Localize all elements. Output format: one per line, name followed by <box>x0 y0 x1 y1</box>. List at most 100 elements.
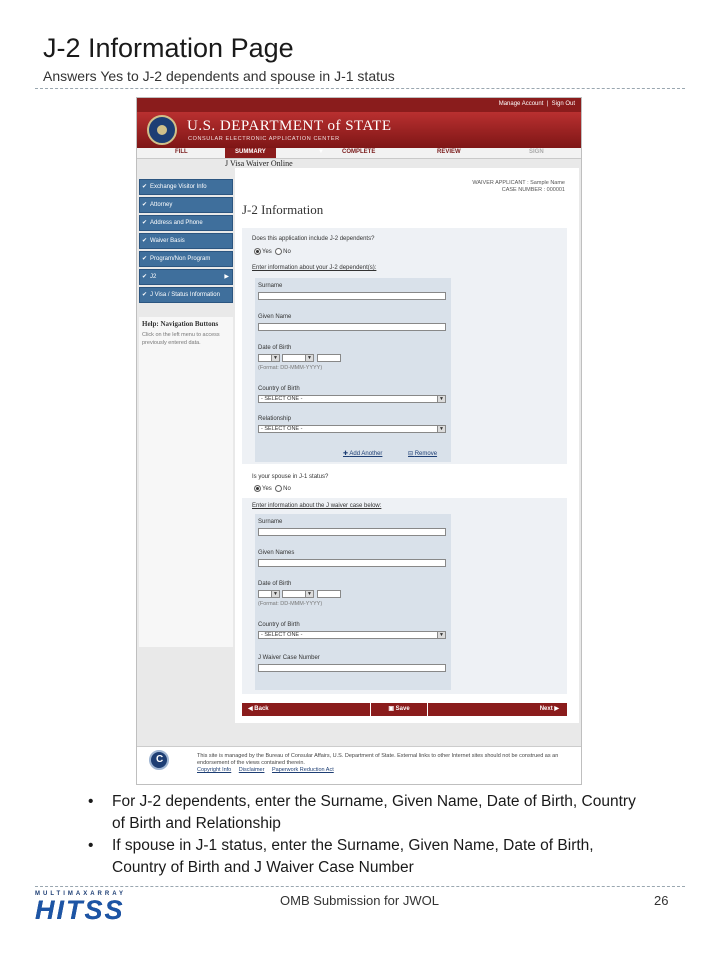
help-heading: Help: Navigation Buttons <box>142 320 219 328</box>
app-footer: This site is managed by the Bureau of Co… <box>137 746 581 784</box>
sp-dob-month-select[interactable]: ▼ <box>282 590 314 598</box>
applicant-name: WAIVER APPLICANT : Sample Name <box>472 180 565 186</box>
chevron-down-icon: ▼ <box>437 632 445 638</box>
sidebar-item-attorney[interactable]: ✔ Attorney <box>139 197 233 213</box>
next-label: Next <box>539 706 553 712</box>
footer-divider <box>35 886 685 887</box>
paperwork-link[interactable]: Paperwork Reduction Act <box>272 767 334 773</box>
sidebar-item-program[interactable]: ✔ Program/Non Program <box>139 251 233 267</box>
dep-surname-input[interactable] <box>258 292 446 300</box>
save-icon: ▣ <box>388 706 396 712</box>
sidebar-item-address[interactable]: ✔ Address and Phone <box>139 215 233 231</box>
footer-text: This site is managed by the Bureau of Co… <box>197 753 567 774</box>
sp-surname-label: Surname <box>258 519 283 525</box>
consular-affairs-icon <box>149 750 169 770</box>
sp-given-names-label: Given Names <box>258 550 295 556</box>
chevron-down-icon: ▼ <box>305 591 313 597</box>
selected-value: - SELECT ONE - <box>261 632 303 638</box>
spouse-question: Is your spouse in J-1 status? <box>252 474 329 480</box>
spouse-panel: Enter information about the J waiver cas… <box>242 498 567 694</box>
sidebar-item-label: Address and Phone <box>150 220 203 226</box>
bullet-list: • For J-2 dependents, enter the Surname, … <box>88 791 648 879</box>
dependents-panel: Does this application include J-2 depend… <box>242 228 567 464</box>
sidebar-item-j-visa-status[interactable]: ✔ J Visa / Status Information <box>139 287 233 303</box>
sidebar-item-exchange-visitor[interactable]: ✔ Exchange Visitor Info <box>139 179 233 195</box>
chevron-down-icon: ▼ <box>437 426 445 432</box>
sidebar-item-j2[interactable]: ✔ J2 ▶ <box>139 269 233 285</box>
dep-relationship-select[interactable]: - SELECT ONE - ▼ <box>258 425 446 433</box>
dep-dob-day-select[interactable]: ▼ <box>258 354 280 362</box>
back-label: Back <box>254 706 269 712</box>
dep-country-select[interactable]: - SELECT ONE - ▼ <box>258 395 446 403</box>
page-heading: J-2 Information <box>242 202 324 217</box>
sidebar-item-waiver-basis[interactable]: ✔ Waiver Basis <box>139 233 233 249</box>
bullet-icon: • <box>88 837 94 854</box>
hitss-logo: MULTIMAXARRAY HITSS <box>35 891 159 925</box>
disclaimer-link[interactable]: Disclaimer <box>239 767 265 773</box>
sp-dob-year-input[interactable] <box>317 590 341 598</box>
dependents-no-radio[interactable] <box>275 248 283 255</box>
sidebar-item-label: J2 <box>150 274 157 280</box>
dep-dob-month-select[interactable]: ▼ <box>282 354 314 362</box>
add-another-link[interactable]: ✚ Add Another <box>343 450 382 457</box>
nav-complete[interactable]: COMPLETE <box>342 149 375 155</box>
dep-given-name-input[interactable] <box>258 323 446 331</box>
page-number: 26 <box>654 893 669 908</box>
sidebar: ✔ Exchange Visitor Info ✔ Attorney ✔ Add… <box>139 179 233 305</box>
sp-given-names-input[interactable] <box>258 559 446 567</box>
check-icon: ✔ <box>142 256 148 262</box>
radio-label: Yes <box>262 486 272 493</box>
check-icon: ✔ <box>142 184 148 190</box>
ceac-subtitle: CONSULAR ELECTRONIC APPLICATION CENTER <box>188 136 340 142</box>
slide-title: J-2 Information Page <box>43 33 294 63</box>
add-another-label: Add Another <box>349 451 383 457</box>
copyright-link[interactable]: Copyright Info <box>197 767 231 773</box>
remove-link[interactable]: ⊟ Remove <box>408 450 437 457</box>
check-icon: ✔ <box>142 292 148 298</box>
top-bar: Manage Account | Sign Out <box>137 98 581 112</box>
progress-nav: FILL SUMMARY ▼ COMPLETE REVIEW SIGN <box>137 148 581 159</box>
app-name: J Visa Waiver Online <box>225 159 293 168</box>
nav-review[interactable]: REVIEW <box>437 149 461 155</box>
spouse-no-radio[interactable] <box>275 485 283 492</box>
sidebar-item-label: J Visa / Status Information <box>150 292 220 298</box>
chevron-down-icon: ▼ <box>271 591 279 597</box>
sign-out-link[interactable]: Sign Out <box>552 101 575 107</box>
nav-summary[interactable]: SUMMARY <box>225 148 276 158</box>
chevron-right-icon: ▶ <box>552 706 559 712</box>
chevron-down-icon: ▼ <box>271 355 279 361</box>
save-button[interactable]: ▣ Save <box>370 703 428 716</box>
manage-account-link[interactable]: Manage Account <box>499 101 544 107</box>
button-bar: ◀ Back ▣ Save Next ▶ <box>242 703 567 716</box>
sp-dob-day-select[interactable]: ▼ <box>258 590 280 598</box>
nav-chevron-icon: ▼ <box>318 149 324 155</box>
selected-value: - SELECT ONE - <box>261 396 303 402</box>
application-screenshot: Manage Account | Sign Out U.S. DEPARTMEN… <box>136 97 582 785</box>
dep-dob-year-input[interactable] <box>317 354 341 362</box>
back-button[interactable]: ◀ Back <box>248 703 269 716</box>
check-icon: ✔ <box>142 220 148 226</box>
dep-given-name-label: Given Name <box>258 314 292 320</box>
sp-country-select[interactable]: - SELECT ONE - ▼ <box>258 631 446 639</box>
dep-dob-label: Date of Birth <box>258 345 292 351</box>
sp-case-number-input[interactable] <box>258 664 446 672</box>
sp-surname-input[interactable] <box>258 528 446 536</box>
remove-label: Remove <box>414 451 438 457</box>
nav-sign: SIGN <box>529 149 544 155</box>
spouse-yes-radio[interactable] <box>254 485 261 492</box>
dependents-prompt: Enter information about your J-2 depende… <box>252 265 377 271</box>
dep-surname-label: Surname <box>258 283 283 289</box>
sidebar-item-label: Exchange Visitor Info <box>150 184 207 190</box>
spouse-radio-group: Yes No <box>254 485 291 492</box>
chevron-right-icon: ▶ <box>224 274 229 280</box>
remove-icon: ⊟ <box>408 451 415 457</box>
case-number: CASE NUMBER : 000001 <box>501 187 565 193</box>
next-button[interactable]: Next ▶ <box>540 703 559 716</box>
nav-fill[interactable]: FILL <box>175 149 188 155</box>
department-name: U.S. DEPARTMENT of STATE <box>187 118 392 134</box>
sp-dob-label: Date of Birth <box>258 581 292 587</box>
chevron-down-icon: ▼ <box>305 355 313 361</box>
bullet-text: If spouse in J-1 status, enter the Surna… <box>112 837 594 876</box>
footer-disclaimer-text: This site is managed by the Bureau of Co… <box>197 753 559 766</box>
dependents-yes-radio[interactable] <box>254 248 261 255</box>
